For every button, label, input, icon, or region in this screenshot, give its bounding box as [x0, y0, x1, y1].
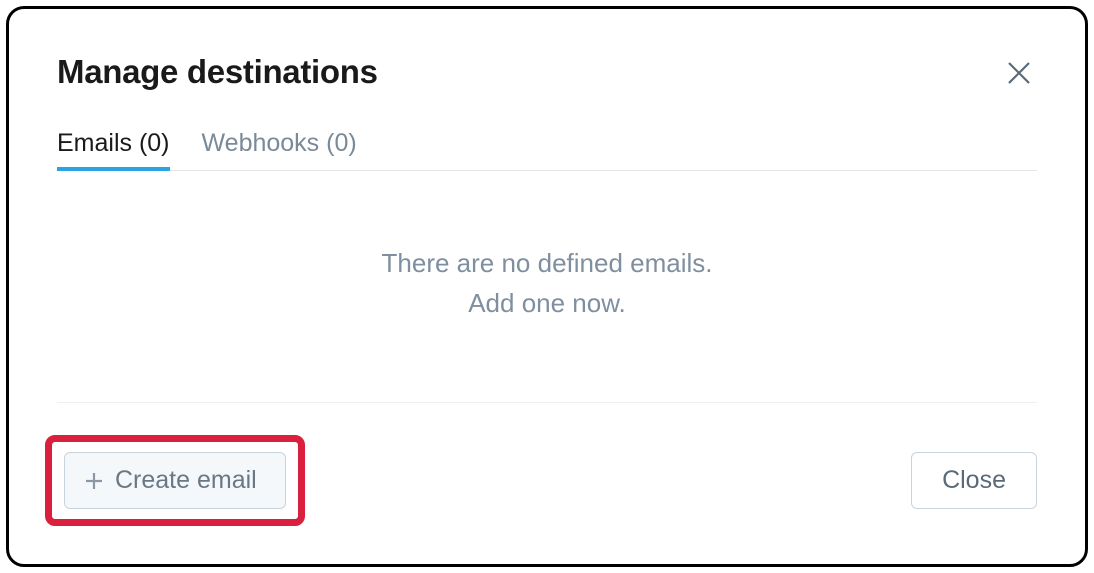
close-button-label: Close [942, 466, 1006, 494]
empty-state-line2: Add one now. [468, 283, 626, 323]
create-email-highlight: Create email [45, 435, 305, 526]
tab-emails-label: Emails (0) [57, 129, 170, 157]
close-button[interactable]: Close [911, 452, 1037, 509]
empty-state: There are no defined emails. Add one now… [57, 171, 1037, 402]
empty-state-line1: There are no defined emails. [382, 243, 713, 283]
plus-icon [83, 470, 105, 492]
dialog-title: Manage destinations [57, 53, 378, 91]
tab-emails[interactable]: Emails (0) [57, 129, 170, 170]
create-email-label: Create email [115, 466, 257, 495]
dialog-footer: Create email Close [57, 435, 1037, 526]
create-email-button[interactable]: Create email [64, 452, 286, 509]
dialog-header: Manage destinations [57, 53, 1037, 91]
manage-destinations-dialog: Manage destinations Emails (0) Webhooks … [6, 6, 1088, 567]
tabs: Emails (0) Webhooks (0) [57, 129, 1037, 171]
footer-divider [57, 402, 1037, 403]
tab-webhooks-label: Webhooks (0) [202, 129, 357, 157]
close-icon[interactable] [1001, 55, 1037, 91]
tab-webhooks[interactable]: Webhooks (0) [202, 129, 357, 170]
